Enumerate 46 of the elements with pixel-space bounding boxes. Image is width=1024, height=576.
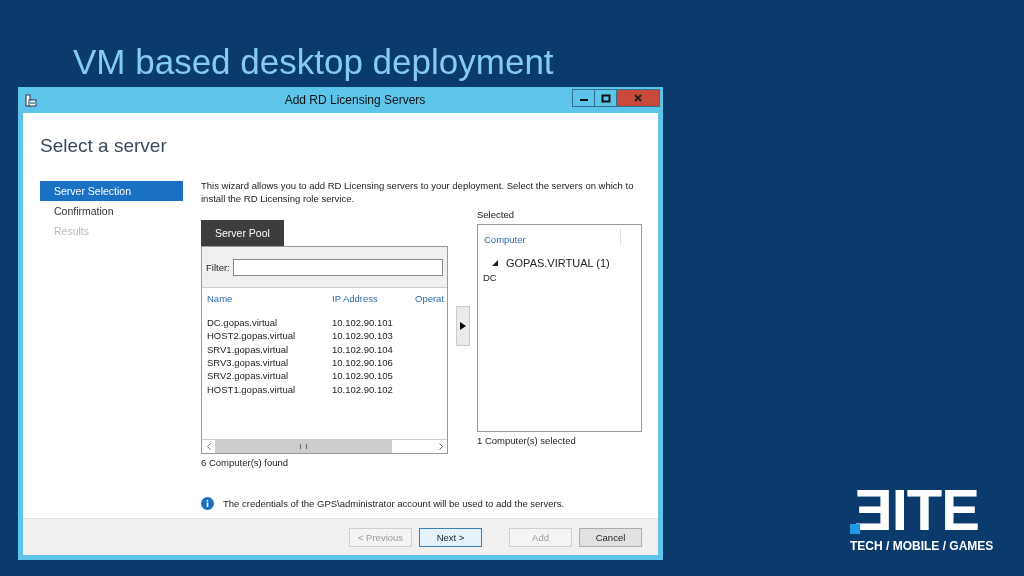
- horizontal-scrollbar[interactable]: [202, 439, 447, 453]
- table-cell-text: 10.102.90.105: [332, 370, 394, 382]
- column-header[interactable]: Name: [207, 292, 332, 304]
- column-header[interactable]: Computer: [484, 234, 526, 245]
- description-text: This wizard allows you to add RD Licensing servers to your deployment. Select the servers on which to install the RD Licensing role service.: [201, 179, 635, 205]
- table-cell-text: HOST1.gopas.virtual: [207, 383, 297, 395]
- triangle-right-icon: [459, 322, 466, 330]
- info-message: The credentials of the GPS\administrator account will be used to add the servers.: [223, 498, 565, 509]
- table-cell-text: HOST2.gopas.virtual: [207, 330, 297, 342]
- minimize-button[interactable]: [572, 89, 595, 107]
- chevron-left-icon: [206, 443, 211, 450]
- add-arrow-button[interactable]: [455, 306, 470, 346]
- window-title: Add RD Licensing Servers: [283, 93, 427, 107]
- table-cell-text: 10.102.90.106: [332, 357, 394, 369]
- table-cell-text: 10.102.90.104: [332, 343, 394, 355]
- table-cell-text: 10.102.90.101: [332, 317, 394, 329]
- dialog-button[interactable]: Cancel: [579, 527, 642, 547]
- table-cell-text: SRV1.gopas.virtual: [207, 343, 290, 355]
- slide-title: VM based desktop deployment: [73, 42, 555, 83]
- table-cell-text: 10.102.90.103: [332, 330, 394, 342]
- server-pool-tab[interactable]: Server Pool: [201, 220, 284, 246]
- found-count: 6 Computer(s) found: [201, 457, 290, 468]
- info-icon: [201, 497, 214, 510]
- column-header[interactable]: Operat: [415, 292, 445, 304]
- maximize-icon: [600, 93, 611, 103]
- logo-wordmark: ƎITE: [850, 484, 990, 536]
- filter-label: Filter:: [206, 261, 230, 273]
- wizard-step[interactable]: Confirmation: [40, 201, 183, 221]
- dialog-button[interactable]: Next >: [419, 527, 482, 547]
- page-heading: Select a server: [39, 134, 168, 158]
- selected-label: Selected: [477, 209, 515, 222]
- tree-item[interactable]: DC: [483, 272, 635, 283]
- chevron-right-icon: [438, 443, 443, 450]
- table-cell-text: 10.102.90.102: [332, 383, 394, 395]
- selected-count: 1 Computer(s) selected: [477, 435, 577, 446]
- column-header[interactable]: IP Address: [332, 292, 415, 304]
- group-label[interactable]: GOPAS.VIRTUAL (1): [506, 257, 610, 269]
- maximize-button[interactable]: [594, 89, 617, 107]
- close-icon: [633, 94, 643, 102]
- server-icon: [25, 93, 37, 107]
- filter-field[interactable]: [232, 258, 443, 276]
- wizard-step[interactable]: Server Selection: [40, 181, 183, 201]
- expand-icon[interactable]: [492, 260, 498, 266]
- table-cell-text: SRV3.gopas.virtual: [207, 357, 290, 369]
- table-cell-text: SRV2.gopas.virtual: [207, 370, 290, 382]
- table-cell-text: DC.gopas.virtual: [207, 317, 279, 329]
